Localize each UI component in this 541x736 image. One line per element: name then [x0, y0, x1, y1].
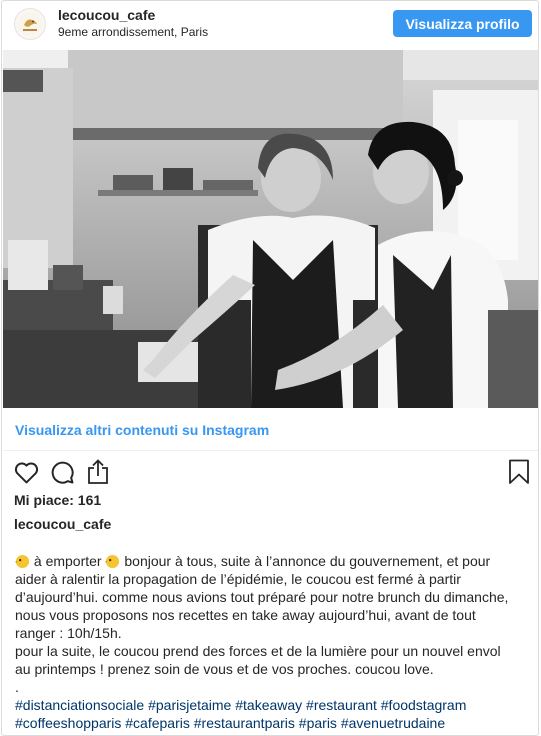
bird-emoji-icon	[15, 554, 30, 569]
caption-line: ranger : 10h/15h.	[15, 625, 122, 641]
avatar[interactable]	[14, 8, 46, 40]
lecoucou-logo-icon	[18, 12, 42, 36]
caption-line: à emporter bonjour à tous, suite à l’ann…	[15, 552, 535, 570]
hashtag-line[interactable]: #distanciationsociale #parisjetaime #tak…	[15, 696, 535, 714]
bookmark-icon[interactable]	[506, 457, 532, 487]
hashtag-line[interactable]: #coffeeshopparis #cafeparis #restaurantp…	[15, 714, 535, 732]
instagram-embed: lecoucou_cafe 9eme arrondissement, Paris…	[1, 0, 539, 736]
caption-line: pour la suite, le coucou prend des force…	[15, 643, 501, 659]
heart-icon[interactable]	[13, 457, 39, 487]
caption-username[interactable]: lecoucou_cafe	[14, 516, 111, 532]
bird-emoji-icon	[105, 554, 120, 569]
action-bar	[2, 457, 538, 489]
kitchen-photo-image	[3, 50, 538, 408]
caption-line: nous vous proposons nos recettes en take…	[15, 607, 476, 623]
caption-line: aider à ralentir la propagation de l’épi…	[15, 571, 461, 587]
view-more-on-instagram-link[interactable]: Visualizza altri contenuti su Instagram	[15, 422, 269, 438]
post-username[interactable]: lecoucou_cafe	[58, 7, 155, 23]
post-location[interactable]: 9eme arrondissement, Paris	[58, 25, 208, 39]
share-icon[interactable]	[85, 457, 111, 487]
view-profile-button[interactable]: Visualizza profilo	[393, 10, 532, 37]
caption-line: .	[15, 679, 19, 695]
likes-count[interactable]: Mi piace: 161	[14, 492, 101, 508]
post-photo[interactable]	[3, 50, 538, 408]
divider	[3, 450, 538, 451]
comment-icon[interactable]	[49, 457, 75, 487]
caption-line: au printemps ! prenez soin de vous et de…	[15, 661, 434, 677]
caption-line: d’aujourd’hui. comme nous avions tout pr…	[15, 589, 509, 605]
caption-segment: à emporter	[33, 553, 102, 569]
post-header: lecoucou_cafe 9eme arrondissement, Paris…	[2, 1, 538, 47]
caption-segment: bonjour à tous, suite à l’annonce du gou…	[124, 553, 491, 569]
caption-text: à emporter bonjour à tous, suite à l’ann…	[15, 552, 535, 732]
